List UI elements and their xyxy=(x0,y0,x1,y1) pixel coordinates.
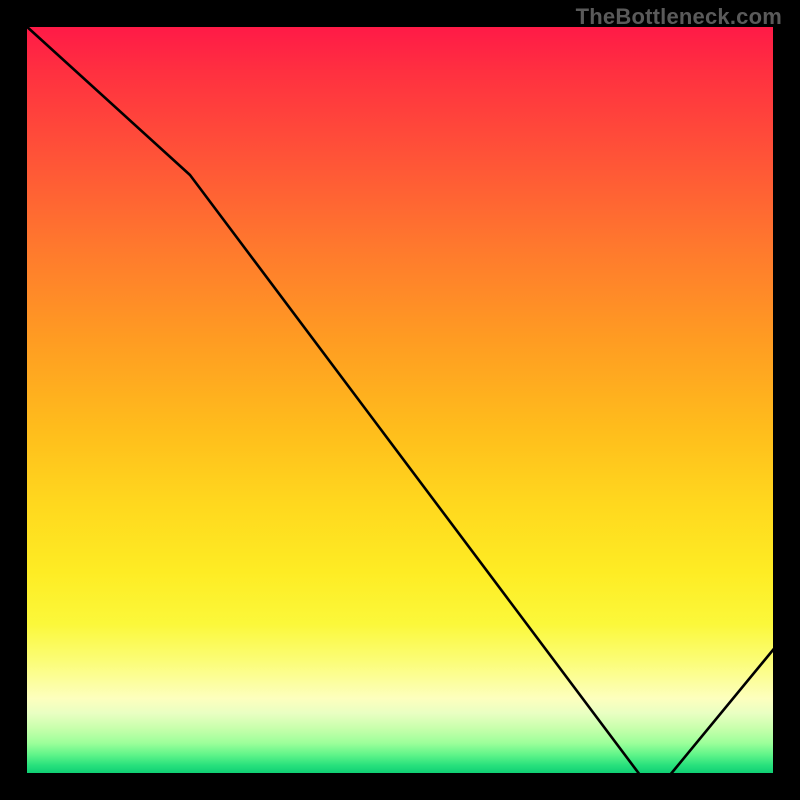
chart-frame: TheBottleneck.com xyxy=(0,0,800,800)
bottleneck-curve xyxy=(25,25,775,775)
bottleneck-line-chart xyxy=(25,25,775,775)
plot-area xyxy=(25,25,775,775)
